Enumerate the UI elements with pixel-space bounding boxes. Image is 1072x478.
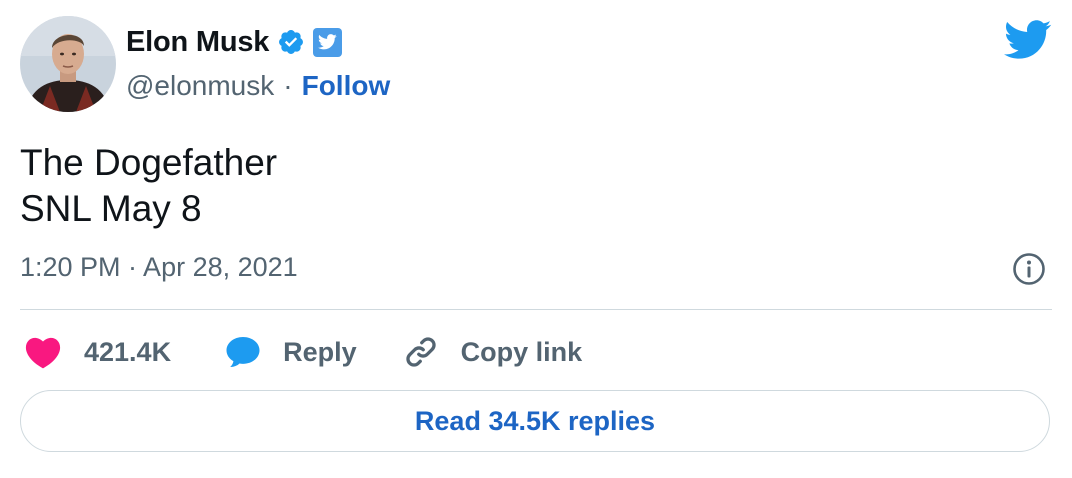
verified-badge-icon <box>277 28 305 56</box>
copy-link-label: Copy link <box>460 336 583 367</box>
tweet-timestamp[interactable]: 1:20 PM · Apr 28, 2021 <box>20 252 298 283</box>
copy-link-button[interactable]: Copy link <box>403 334 583 370</box>
speech-bubble-icon <box>226 337 260 368</box>
divider <box>20 309 1052 310</box>
like-button[interactable]: 421.4K <box>24 335 171 369</box>
twitter-bird-badge-icon[interactable] <box>313 27 343 57</box>
author-avatar[interactable] <box>20 16 116 112</box>
tweet-text-line: The Dogefather <box>20 142 278 183</box>
embedded-tweet-card: Elon Musk @elonmusk · Follow The Dogefat… <box>0 0 1072 478</box>
tweet-text-line: SNL May 8 <box>20 188 202 229</box>
follow-link[interactable]: Follow <box>302 70 391 102</box>
link-icon <box>406 337 436 367</box>
author-handle[interactable]: @elonmusk <box>126 70 274 102</box>
handle-separator: · <box>283 70 293 101</box>
heart-icon <box>25 337 61 369</box>
author-display-name[interactable]: Elon Musk <box>126 26 269 59</box>
likes-count: 421.4K <box>84 336 172 367</box>
tweet-text: The Dogefather SNL May 8 <box>20 140 277 232</box>
reply-label: Reply <box>283 336 357 367</box>
author-name-row: Elon Musk <box>126 24 343 60</box>
author-handle-row: @elonmusk · Follow <box>126 68 390 104</box>
info-icon[interactable] <box>1012 252 1046 286</box>
reply-button[interactable]: Reply <box>225 335 357 369</box>
twitter-bird-icon[interactable] <box>1004 20 1052 60</box>
read-replies-button[interactable]: Read 34.5K replies <box>20 390 1050 452</box>
tweet-actions: 421.4K Reply Copy link <box>24 330 582 374</box>
avatar-image <box>20 16 116 112</box>
